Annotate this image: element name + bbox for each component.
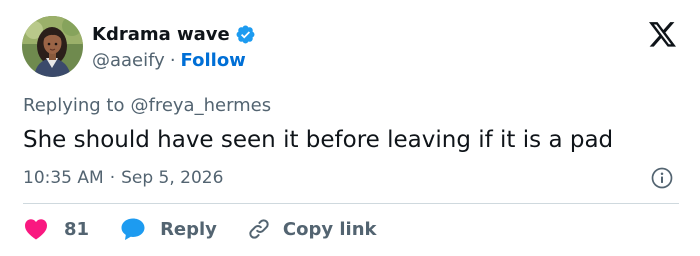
like-button[interactable]: 81 [24,218,89,240]
tweet-time: 10:35 AM [23,168,104,188]
reply-mention-link[interactable]: @freya_hermes [130,95,271,116]
tweet-timestamp[interactable]: 10:35 AM · Sep 5, 2026 [23,165,223,191]
separator-dot: · [109,168,116,188]
action-bar: 81 Reply Copy link [24,216,377,242]
author-name-row: Kdrama wave [92,21,256,47]
replying-to: Replying to @freya_hermes [23,92,271,118]
display-name[interactable]: Kdrama wave [92,24,230,45]
like-count: 81 [64,218,90,240]
link-icon [247,217,271,241]
divider [23,203,679,204]
avatar-image [22,16,83,77]
tweet-date: Sep 5, 2026 [121,168,224,188]
tweet-text: She should have seen it before leaving i… [23,127,614,153]
copy-link-button[interactable]: Copy link [247,217,377,241]
info-icon[interactable] [651,167,673,189]
reply-button[interactable]: Reply [120,217,217,241]
copy-link-label: Copy link [282,218,377,240]
x-logo-icon[interactable] [649,22,677,48]
follow-button[interactable]: Follow [181,50,246,71]
speech-bubble-icon [120,217,146,241]
author-handle[interactable]: @aaeify [92,50,165,71]
reply-label: Reply [160,218,217,240]
avatar[interactable] [22,16,83,77]
handle-row: @aaeify · Follow [92,47,246,73]
heart-icon [24,218,48,240]
verified-badge-icon [235,24,256,45]
separator-dot: · [169,49,176,71]
replying-prefix: Replying to [23,94,125,116]
